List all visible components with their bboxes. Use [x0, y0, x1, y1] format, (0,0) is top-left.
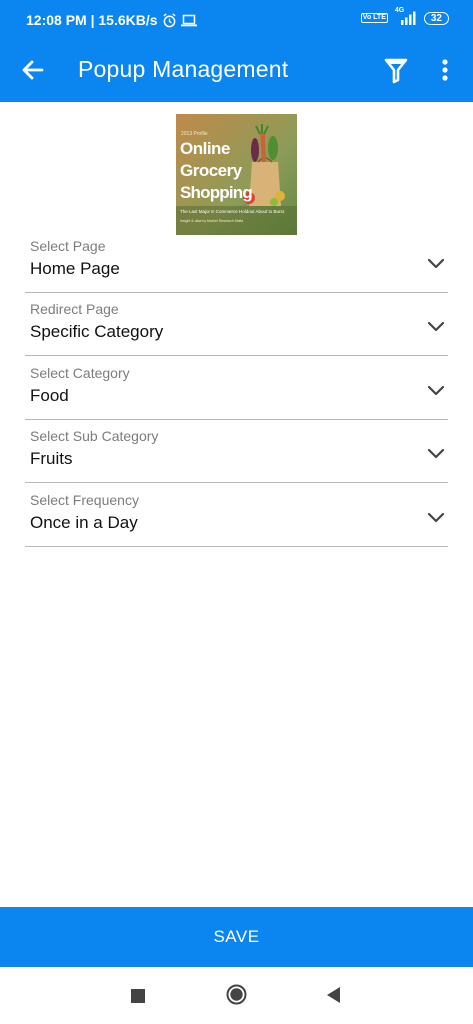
- filter-icon[interactable]: [382, 55, 410, 85]
- banner-tagline: The Last Major E-Commerce Holdout About …: [180, 209, 285, 214]
- home-circle-icon[interactable]: [226, 984, 247, 1005]
- battery-indicator: 32: [423, 11, 449, 25]
- banner-title-line2: Grocery: [180, 161, 242, 180]
- select-category-dropdown[interactable]: Select Category Food: [25, 361, 448, 420]
- select-sub-category-dropdown[interactable]: Select Sub Category Fruits: [25, 424, 448, 483]
- banner-title-line1: Online: [180, 139, 230, 158]
- select-category-value: Food: [30, 386, 69, 405]
- select-page-value: Home Page: [30, 259, 120, 278]
- select-sub-category-label: Select Sub Category: [30, 428, 159, 444]
- volte-indicator: Vo LTE: [360, 13, 388, 23]
- select-category-label: Select Category: [30, 365, 130, 381]
- app-bar: Popup Management: [0, 37, 473, 102]
- chevron-down-icon: [427, 258, 445, 269]
- chevron-down-icon: [427, 385, 445, 396]
- select-frequency-label: Select Frequency: [30, 492, 139, 508]
- signal-icon: [400, 11, 416, 25]
- redirect-page-value: Specific Category: [30, 322, 164, 341]
- select-page-label: Select Page: [30, 238, 106, 254]
- arrow-left-icon[interactable]: [16, 53, 50, 87]
- select-page-dropdown[interactable]: Select Page Home Page: [25, 234, 448, 293]
- laptop-icon: [180, 14, 197, 26]
- popup-banner-image: 2013 Profile Online Grocery Shopping The…: [176, 114, 297, 235]
- chevron-down-icon: [427, 448, 445, 459]
- chevron-down-icon: [427, 321, 445, 332]
- select-frequency-dropdown[interactable]: Select Frequency Once in a Day: [25, 488, 448, 547]
- recent-apps-icon[interactable]: [131, 989, 145, 1003]
- status-bar: 12:08 PM | 15.6KB/s Vo LTE 4G 32: [0, 0, 473, 37]
- select-sub-category-value: Fruits: [30, 449, 73, 468]
- select-frequency-value: Once in a Day: [30, 513, 138, 532]
- banner-title-line3: Shopping: [180, 183, 253, 202]
- save-button[interactable]: SAVE: [0, 907, 473, 967]
- back-triangle-icon[interactable]: [325, 985, 341, 1005]
- more-vertical-icon[interactable]: [432, 55, 458, 85]
- redirect-page-dropdown[interactable]: Redirect Page Specific Category: [25, 297, 448, 356]
- banner-byline: Insight & data by Market Research Mafia: [180, 219, 244, 223]
- banner-kicker: 2013 Profile: [181, 131, 208, 137]
- chevron-down-icon: [427, 512, 445, 523]
- alarm-icon: [163, 12, 176, 27]
- redirect-page-label: Redirect Page: [30, 301, 119, 317]
- status-time: 12:08 PM | 15.6KB/s: [26, 12, 158, 28]
- system-nav-bar: [0, 967, 473, 1024]
- page-title: Popup Management: [78, 56, 289, 82]
